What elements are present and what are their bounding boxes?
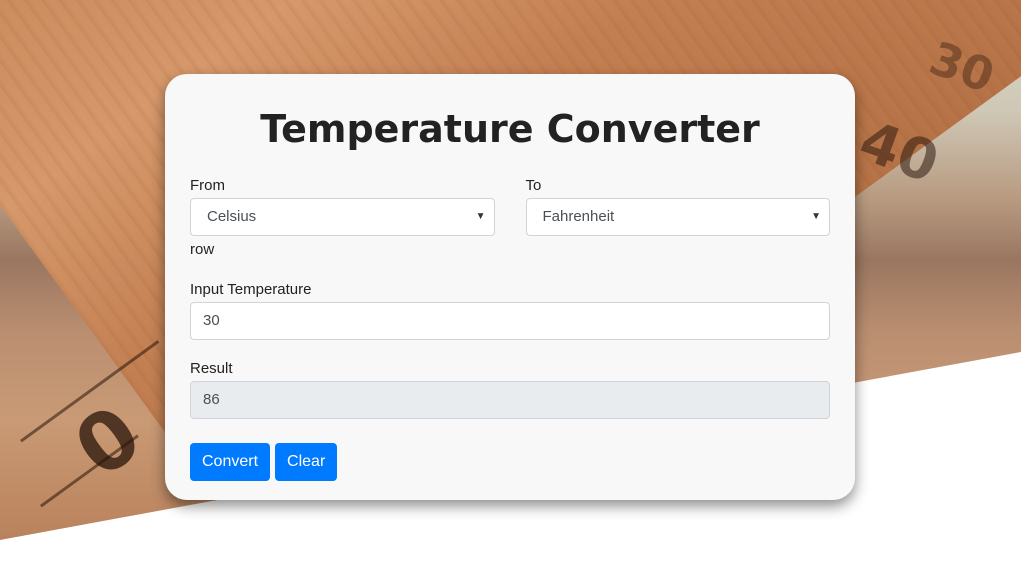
to-group: To Fahrenheit ▼ xyxy=(525,177,830,236)
clear-button[interactable]: Clear xyxy=(275,443,338,481)
from-unit-select[interactable]: Celsius ▼ xyxy=(190,198,495,236)
from-unit-value: Celsius xyxy=(207,208,257,225)
input-temperature-group: Input Temperature 30 xyxy=(190,281,830,340)
input-temperature-label: Input Temperature xyxy=(190,281,312,298)
chevron-down-icon: ▼ xyxy=(475,211,486,222)
chevron-down-icon: ▼ xyxy=(811,211,821,222)
page-title: Temperature Converter xyxy=(260,107,760,151)
result-group: Result 86 xyxy=(190,360,830,419)
action-buttons: Convert Clear xyxy=(190,443,830,481)
result-label: Result xyxy=(190,360,233,377)
converter-card: Temperature Converter From Celsius ▼ To … xyxy=(165,74,855,500)
result-field: 86 xyxy=(190,381,830,419)
input-temperature-field[interactable]: 30 xyxy=(190,302,830,340)
from-label: From xyxy=(190,177,225,194)
convert-button[interactable]: Convert xyxy=(190,443,271,481)
result-value: 86 xyxy=(203,391,220,408)
to-unit-value: Fahrenheit xyxy=(542,208,615,225)
to-unit-select[interactable]: Fahrenheit ▼ xyxy=(525,198,830,236)
input-temperature-value: 30 xyxy=(203,312,220,329)
unit-select-row: From Celsius ▼ To Fahrenheit ▼ xyxy=(190,177,830,236)
from-group: From Celsius ▼ xyxy=(190,177,495,236)
to-label: To xyxy=(525,177,542,194)
row-note-text: row xyxy=(190,241,215,258)
